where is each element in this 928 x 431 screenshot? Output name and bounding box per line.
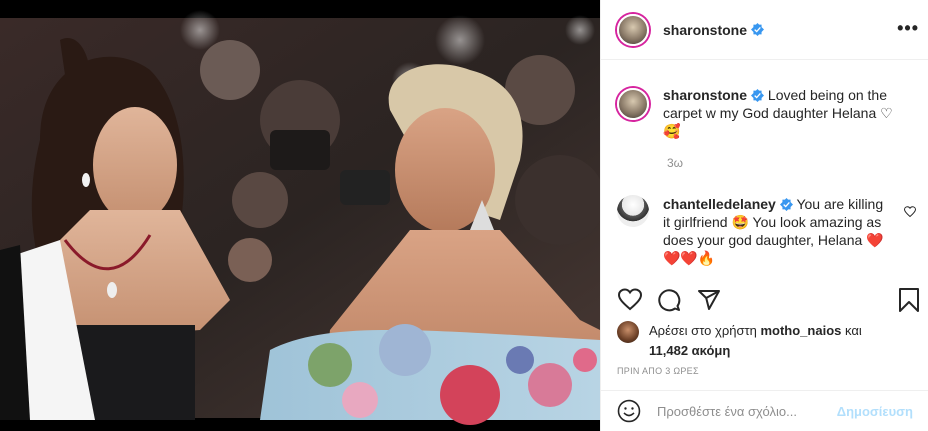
post-comment-button[interactable]: Δημοσίευση: [837, 404, 913, 419]
verified-icon: [751, 89, 765, 102]
comment-item: chantelledelaney You are killing it girl…: [617, 195, 917, 267]
likes-count[interactable]: 11,482 ακόμη: [649, 343, 730, 358]
post-image[interactable]: [0, 0, 600, 431]
more-icon[interactable]: •••: [897, 18, 919, 39]
likes-text: Αρέσει στο χρήστη motho_naios και 11,482…: [649, 321, 899, 361]
post-side-panel: sharonstone ••• sharonstone Loved being …: [600, 0, 928, 431]
verified-icon: [779, 198, 793, 211]
comment-text-block: chantelledelaney You are killing it girl…: [663, 195, 893, 267]
caption-username[interactable]: sharonstone: [663, 87, 747, 103]
post-caption: sharonstone Loved being on the carpet w …: [617, 86, 917, 140]
caption-emoji: 🥰: [663, 123, 681, 139]
author-avatar[interactable]: [617, 13, 649, 46]
add-comment-row: Δημοσίευση: [601, 390, 928, 431]
post-time-ago[interactable]: ΠΡΙΝ ΑΠΟ 3 ΩΡΕΣ: [617, 366, 699, 376]
caption-time[interactable]: 3ω: [667, 156, 683, 170]
liker-avatar[interactable]: [617, 321, 639, 343]
comment-like-heart-icon[interactable]: [904, 206, 916, 218]
liker-username[interactable]: motho_naios: [760, 323, 841, 338]
likes-prefix: Αρέσει στο χρήστη: [649, 323, 757, 338]
share-icon[interactable]: [697, 288, 721, 312]
commenter-username[interactable]: chantelledelaney: [663, 196, 776, 212]
post-header: sharonstone •••: [601, 0, 928, 60]
likes-summary: Αρέσει στο χρήστη motho_naios και 11,482…: [617, 321, 899, 361]
author-username[interactable]: sharonstone: [663, 22, 747, 38]
bookmark-icon[interactable]: [898, 288, 920, 312]
emoji-icon[interactable]: [617, 399, 641, 423]
verified-icon: [751, 23, 765, 36]
heart-icon[interactable]: [617, 288, 643, 312]
post-actions: [617, 288, 920, 314]
caption-avatar[interactable]: [617, 88, 649, 120]
likes-conj: και: [845, 323, 862, 338]
post-photo-illustration: [0, 0, 600, 431]
caption-text-block: sharonstone Loved being on the carpet w …: [663, 86, 917, 140]
comment-icon[interactable]: [657, 288, 681, 312]
commenter-avatar[interactable]: [617, 195, 649, 227]
comment-input[interactable]: [656, 403, 837, 419]
